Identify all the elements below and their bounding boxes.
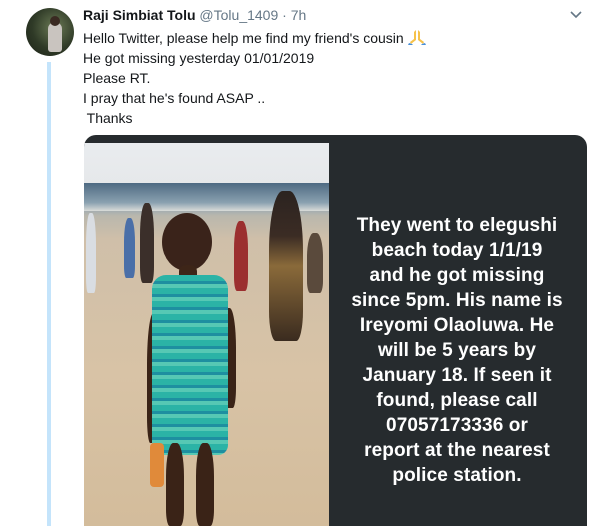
notice-line: beach today 1/1/19 <box>371 240 543 261</box>
author-name[interactable]: Raji Simbiat Tolu <box>83 7 196 23</box>
chevron-down-icon[interactable] <box>570 10 582 20</box>
notice-line: will be 5 years by <box>377 340 537 361</box>
folded-hands-icon <box>407 30 426 45</box>
tweet[interactable]: Raji Simbiat Tolu @Tolu_1409 · 7h Hello … <box>0 0 590 526</box>
tweet-line: He got missing yesterday 01/01/2019 <box>83 50 315 66</box>
tweet-text: Hello Twitter, please help me find my fr… <box>83 28 426 128</box>
tweet-line: I pray that he's found ASAP .. <box>83 90 266 106</box>
background-person <box>124 218 135 278</box>
avatar-figure <box>48 22 62 52</box>
tweet-media[interactable]: They went to elegushi beach today 1/1/19… <box>84 135 587 526</box>
notice-line: Ireyomi Olaoluwa. He <box>359 315 555 336</box>
tweet-header: Raji Simbiat Tolu @Tolu_1409 · 7h <box>83 6 306 24</box>
avatar-head <box>50 16 60 26</box>
notice-line: police station. <box>392 465 522 486</box>
notice-line: and he got missing <box>369 265 545 286</box>
separator-dot: · <box>282 7 287 23</box>
background-person <box>307 233 323 293</box>
notice-line: January 18. If seen it <box>362 365 552 386</box>
background-person <box>140 203 154 283</box>
author-handle[interactable]: @Tolu_1409 <box>199 7 278 23</box>
child-swimsuit <box>152 275 228 455</box>
child-leg-right <box>196 443 214 526</box>
tweet-line: Please RT. <box>83 70 151 86</box>
background-person <box>86 213 96 293</box>
tweet-line: Hello Twitter, please help me find my fr… <box>83 28 426 48</box>
notice-line: 07057173336 or <box>386 415 528 436</box>
background-person <box>269 191 303 341</box>
missing-notice: They went to elegushi beach today 1/1/19… <box>332 213 582 488</box>
child-head <box>162 213 212 271</box>
notice-line: They went to elegushi <box>356 215 558 236</box>
notice-line: found, please call <box>376 390 538 411</box>
beach-photo <box>84 143 329 526</box>
tweet-time[interactable]: 7h <box>291 7 307 23</box>
background-person <box>234 221 248 291</box>
notice-line: since 5pm. His name is <box>351 290 563 311</box>
avatar[interactable] <box>26 8 74 56</box>
child-leg-left <box>166 443 184 526</box>
notice-line: report at the nearest <box>364 440 550 461</box>
bottle <box>150 443 164 487</box>
tweet-line: Thanks <box>83 110 133 126</box>
thread-line <box>47 62 51 526</box>
